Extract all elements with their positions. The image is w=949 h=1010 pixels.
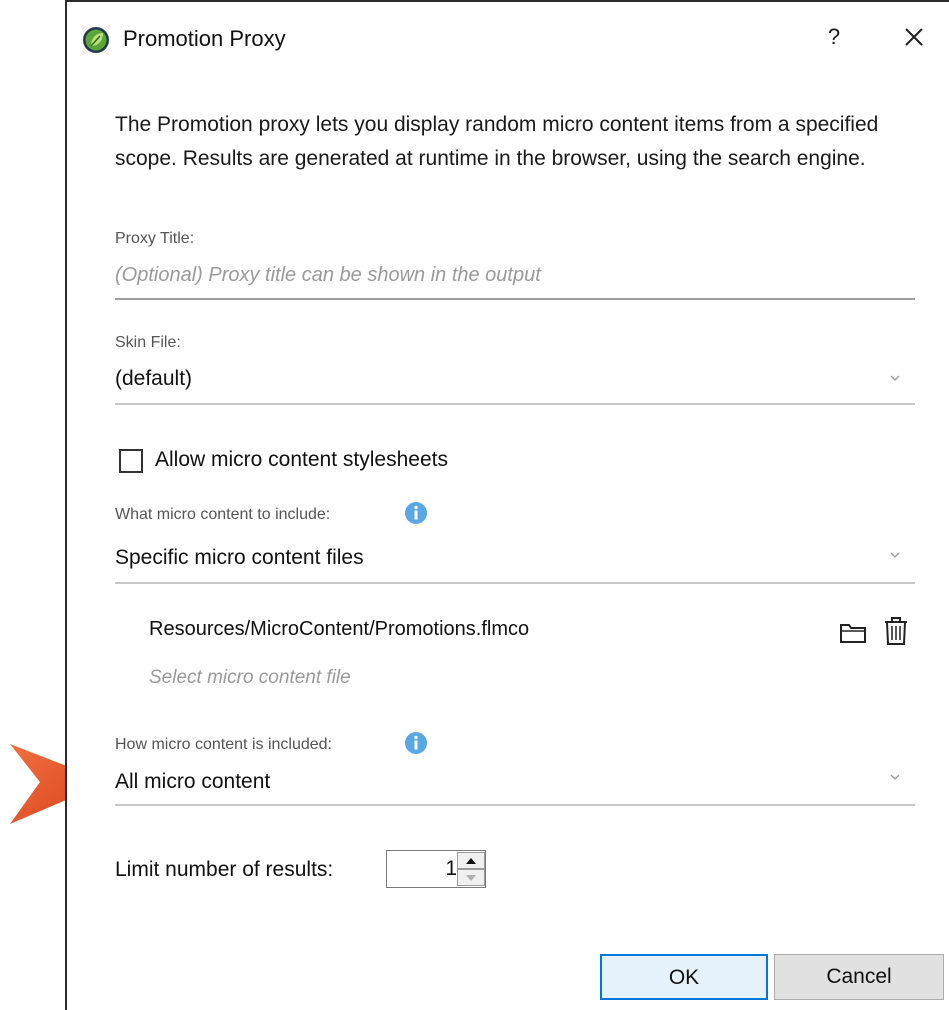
title-bar: Promotion Proxy ? [67, 2, 949, 74]
proxy-title-input[interactable]: (Optional) Proxy title can be shown in t… [115, 264, 541, 287]
ok-button[interactable]: OK [600, 954, 768, 1000]
folder-icon[interactable] [838, 619, 868, 645]
allow-stylesheets-checkbox[interactable] [119, 449, 143, 473]
skin-file-select[interactable]: (default) [115, 367, 192, 391]
cancel-button[interactable]: Cancel [774, 954, 944, 1000]
spin-down-icon [466, 875, 476, 881]
close-icon[interactable] [897, 20, 931, 54]
what-include-label: What micro content to include: [115, 506, 331, 523]
app-logo-icon [83, 27, 109, 53]
proxy-title-label: Proxy Title: [115, 230, 195, 247]
spin-up-button[interactable] [457, 852, 485, 869]
info-icon[interactable] [404, 731, 428, 755]
how-included-label: How micro content is included: [115, 736, 332, 753]
how-included-select[interactable]: All micro content [115, 770, 270, 794]
list-item[interactable]: Resources/MicroContent/Promotions.flmco [149, 618, 529, 641]
dialog-description: The Promotion proxy lets you display ran… [115, 113, 879, 170]
proxy-title-underline [115, 298, 915, 300]
promotion-proxy-dialog: Promotion Proxy ? The Promotion proxy le… [65, 0, 949, 1010]
spin-down-button[interactable] [457, 869, 485, 886]
chevron-down-icon[interactable] [887, 547, 903, 563]
what-include-underline [115, 582, 915, 584]
skin-file-underline [115, 403, 915, 405]
help-button[interactable]: ? [819, 20, 849, 54]
chevron-down-icon[interactable] [887, 769, 903, 785]
limit-results-label: Limit number of results: [115, 858, 334, 881]
info-icon[interactable] [404, 501, 428, 525]
allow-stylesheets-label[interactable]: Allow micro content stylesheets [155, 448, 448, 472]
limit-results-value[interactable]: 1 [387, 851, 457, 887]
skin-file-label: Skin File: [115, 334, 181, 351]
what-include-select[interactable]: Specific micro content files [115, 546, 364, 570]
spin-up-icon [466, 858, 476, 864]
dialog-title: Promotion Proxy [123, 26, 286, 51]
trash-icon[interactable] [882, 615, 910, 647]
chevron-down-icon[interactable] [887, 370, 903, 386]
limit-results-stepper[interactable]: 1 [386, 850, 486, 888]
select-file-placeholder[interactable]: Select micro content file [149, 667, 351, 689]
how-included-underline [115, 804, 915, 806]
